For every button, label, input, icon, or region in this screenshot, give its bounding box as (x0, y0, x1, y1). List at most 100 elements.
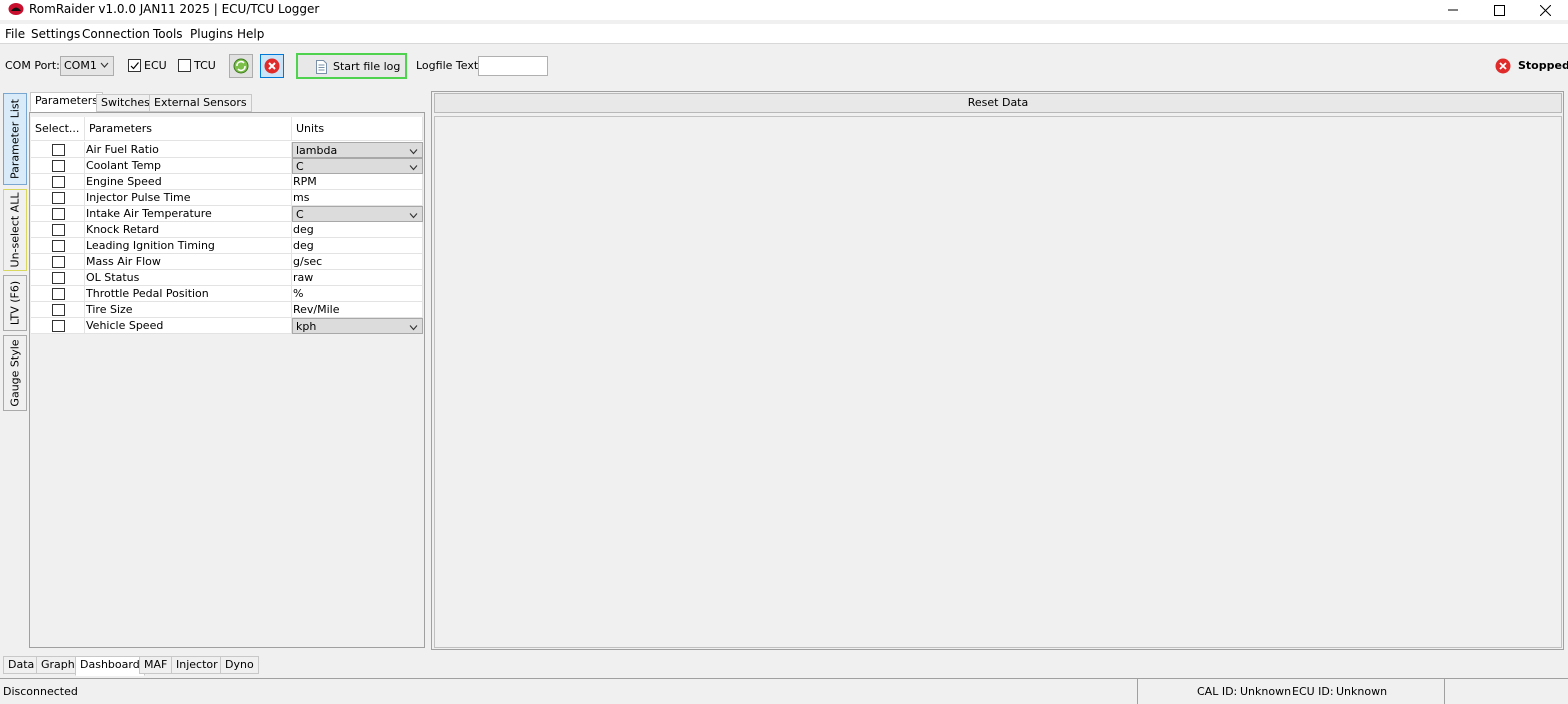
menu-connection[interactable]: Connection (82, 26, 150, 42)
status-connection-pane: Disconnected (0, 679, 1138, 704)
tab-maf[interactable]: MAF (139, 656, 173, 674)
tcu-checkbox[interactable] (178, 59, 191, 72)
tab-graph[interactable]: Graph (36, 656, 80, 674)
unit-value: deg (292, 238, 423, 254)
unit-label: g/sec (293, 255, 323, 268)
status-extra-pane (1446, 679, 1568, 704)
column-header-parameters[interactable]: Parameters (85, 117, 292, 141)
tab-external-sensors[interactable]: External Sensors (149, 94, 252, 112)
side-tab-ltv[interactable]: LTV (F6) (3, 275, 27, 331)
unit-label: C (296, 208, 304, 221)
unit-label: % (293, 287, 304, 300)
table-row[interactable]: Injector Pulse Time ms (31, 190, 423, 206)
chevron-down-icon (409, 165, 418, 171)
table-row[interactable]: Vehicle Speed kph (31, 318, 423, 334)
parameter-name: Vehicle Speed (85, 318, 292, 334)
column-header-select[interactable]: Select... (31, 117, 85, 141)
table-row[interactable]: Mass Air Flow g/sec (31, 254, 423, 270)
table-row[interactable]: Knock Retard deg (31, 222, 423, 238)
tab-dashboard[interactable]: Dashboard (75, 656, 145, 676)
tab-parameters[interactable]: Parameters (30, 92, 103, 112)
tab-injector[interactable]: Injector (171, 656, 223, 674)
disconnect-button[interactable] (260, 54, 284, 78)
dashboard-panel: Reset Data (431, 91, 1564, 650)
select-cell (31, 158, 85, 174)
window-title: RomRaider v1.0.0 JAN11 2025 | ECU/TCU Lo… (29, 2, 320, 16)
row-checkbox[interactable] (52, 224, 65, 236)
row-checkbox[interactable] (52, 288, 65, 300)
tab-switches[interactable]: Switches (96, 94, 155, 112)
parameter-name: Engine Speed (85, 174, 292, 190)
document-icon (316, 60, 327, 74)
column-header-units[interactable]: Units (292, 117, 423, 141)
minimize-button[interactable] (1430, 0, 1476, 20)
menu-tools[interactable]: Tools (153, 26, 183, 42)
title-bar: RomRaider v1.0.0 JAN11 2025 | ECU/TCU Lo… (0, 0, 1568, 20)
row-checkbox[interactable] (52, 304, 65, 316)
table-row[interactable]: OL Status raw (31, 270, 423, 286)
connection-status: Disconnected (3, 685, 78, 698)
row-checkbox[interactable] (52, 192, 65, 204)
side-tab-gauge-style[interactable]: Gauge Style (3, 335, 27, 411)
parameter-name: Mass Air Flow (85, 254, 292, 270)
tab-dyno[interactable]: Dyno (220, 656, 259, 674)
unit-value: ms (292, 190, 423, 206)
row-checkbox[interactable] (52, 256, 65, 268)
ecu-label: ECU (144, 59, 167, 72)
row-checkbox[interactable] (52, 208, 65, 220)
row-checkbox[interactable] (52, 272, 65, 284)
status-bar: Disconnected CAL ID: Unknown ECU ID: Unk… (0, 678, 1568, 704)
unit-label: Rev/Mile (293, 303, 340, 316)
select-cell (31, 238, 85, 254)
com-port-select[interactable]: COM1 (60, 56, 114, 76)
unit-value: g/sec (292, 254, 423, 270)
table-row[interactable]: Engine Speed RPM (31, 174, 423, 190)
chevron-down-icon (409, 325, 418, 331)
side-tab-unselect-all[interactable]: Un-select ALL (3, 189, 27, 271)
logfile-text-input[interactable] (478, 56, 548, 76)
select-cell (31, 270, 85, 286)
select-cell (31, 222, 85, 238)
unit-select[interactable]: C (292, 206, 423, 222)
unit-value: RPM (292, 174, 423, 190)
close-button[interactable] (1522, 0, 1568, 20)
reset-data-button[interactable]: Reset Data (434, 93, 1562, 113)
toolbar: COM Port: COM1 ECU TCU Start file log Lo… (0, 44, 1568, 88)
table-row[interactable]: Throttle Pedal Position% (31, 286, 423, 302)
minimize-icon (1448, 9, 1458, 11)
select-cell (31, 286, 85, 302)
table-row[interactable]: Air Fuel Ratio lambda (31, 142, 423, 158)
row-checkbox[interactable] (52, 240, 65, 252)
parameter-name: OL Status (85, 270, 292, 286)
unit-select[interactable]: lambda (292, 142, 423, 158)
table-row[interactable]: Intake Air Temperature C (31, 206, 423, 222)
row-checkbox[interactable] (52, 320, 65, 332)
menu-help[interactable]: Help (237, 26, 264, 42)
unit-select[interactable]: C (292, 158, 423, 174)
ecu-checkbox[interactable] (128, 59, 141, 72)
unit-label: RPM (293, 175, 317, 188)
menu-settings[interactable]: Settings (31, 26, 80, 42)
cal-id-value: Unknown (1240, 685, 1292, 698)
menu-file[interactable]: File (5, 26, 25, 42)
row-checkbox[interactable] (52, 176, 65, 188)
reconnect-button[interactable] (229, 54, 253, 78)
row-checkbox[interactable] (52, 144, 65, 156)
parameter-name: Tire Size (85, 302, 292, 318)
table-row[interactable]: Leading Ignition Timing deg (31, 238, 423, 254)
menu-plugins[interactable]: Plugins (190, 26, 233, 42)
start-file-log-button[interactable]: Start file log (296, 53, 407, 79)
tab-data[interactable]: Data (3, 656, 40, 674)
maximize-icon (1493, 4, 1505, 16)
side-tab-parameter-list[interactable]: Parameter List (3, 93, 27, 185)
parameter-name: Air Fuel Ratio (85, 142, 292, 158)
unit-select[interactable]: kph (292, 318, 423, 334)
unit-label: kph (296, 320, 317, 333)
select-cell (31, 142, 85, 158)
cal-id-label: CAL ID: (1197, 685, 1238, 698)
row-checkbox[interactable] (52, 160, 65, 172)
table-row[interactable]: Tire Size Rev/Mile (31, 302, 423, 318)
com-port-label: COM Port: (5, 59, 60, 72)
maximize-button[interactable] (1476, 0, 1522, 20)
table-row[interactable]: Coolant Temp C (31, 158, 423, 174)
